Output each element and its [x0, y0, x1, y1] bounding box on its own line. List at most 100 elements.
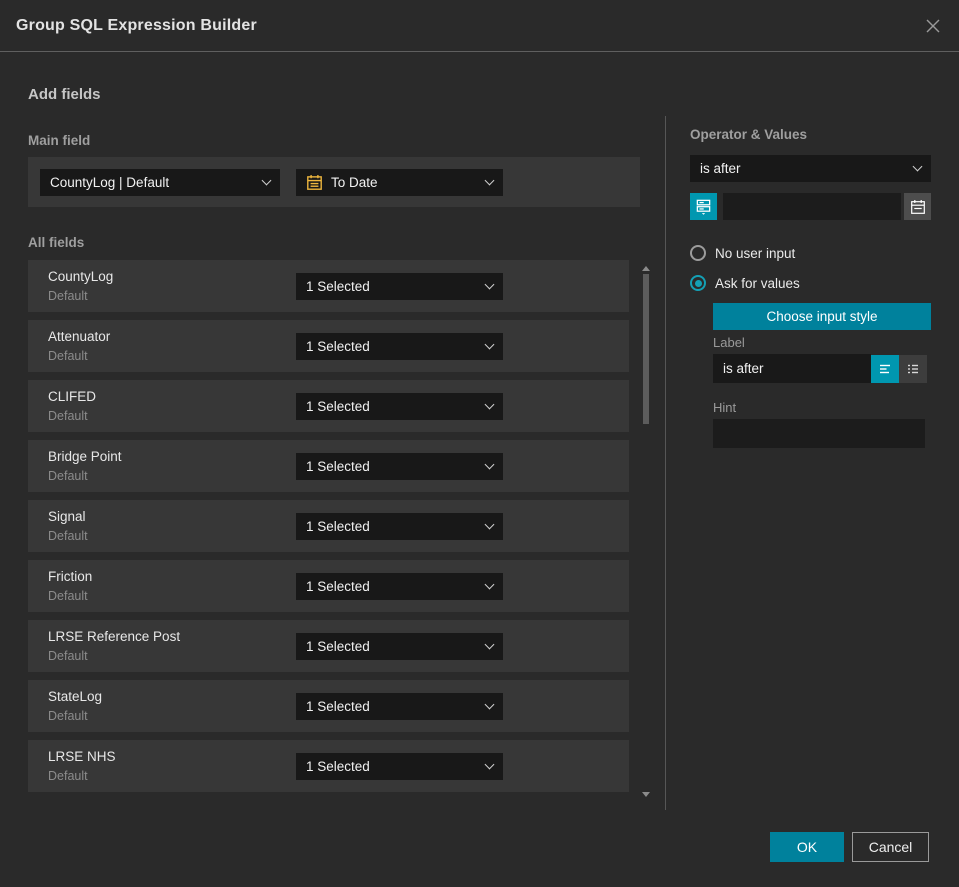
radio-circle-checked-icon: [690, 275, 706, 291]
field-row: CountyLog Default 1 Selected: [28, 260, 629, 312]
dialog-header: Group SQL Expression Builder: [0, 0, 959, 52]
selected-values-dropdown-value: 1 Selected: [306, 399, 370, 414]
main-field-dropdown-value: CountyLog | Default: [50, 175, 170, 190]
radio-no-user-input[interactable]: No user input: [690, 245, 795, 261]
value-input[interactable]: [723, 193, 901, 220]
operator-values-heading: Operator & Values: [690, 127, 808, 142]
field-subtitle: Default: [48, 769, 88, 783]
selected-values-dropdown[interactable]: 1 Selected: [296, 453, 503, 480]
field-name: Signal: [48, 509, 86, 524]
field-subtitle: Default: [48, 529, 88, 543]
chevron-down-icon: [484, 639, 495, 650]
selected-values-dropdown-value: 1 Selected: [306, 519, 370, 534]
list-icon: [908, 364, 918, 374]
scrollbar-up-arrow[interactable]: [642, 266, 650, 271]
dialog-title: Group SQL Expression Builder: [16, 16, 257, 34]
field-row: Attenuator Default 1 Selected: [28, 320, 629, 372]
chevron-down-icon: [484, 759, 495, 770]
field-name: StateLog: [48, 689, 103, 704]
chevron-down-icon: [912, 161, 923, 172]
selected-values-dropdown[interactable]: 1 Selected: [296, 273, 503, 300]
all-fields-list: CountyLog Default 1 Selected Attenuator …: [28, 260, 629, 793]
selected-values-dropdown-value: 1 Selected: [306, 699, 370, 714]
chevron-down-icon: [261, 175, 272, 186]
field-name: CLIFED: [48, 389, 97, 404]
selected-values-dropdown[interactable]: 1 Selected: [296, 513, 503, 540]
choose-input-style-button[interactable]: Choose input style: [713, 303, 931, 330]
field-name: LRSE Reference Post: [48, 629, 181, 644]
selected-values-dropdown-value: 1 Selected: [306, 459, 370, 474]
close-icon: [926, 19, 940, 33]
chevron-down-icon: [484, 579, 495, 590]
selected-values-dropdown-value: 1 Selected: [306, 279, 370, 294]
operator-dropdown[interactable]: is after: [690, 155, 931, 182]
chevron-down-icon: [484, 175, 495, 186]
date-type-dropdown[interactable]: To Date: [296, 169, 503, 196]
align-left-icon: [880, 364, 890, 374]
field-name: CountyLog: [48, 269, 114, 284]
selected-values-dropdown-value: 1 Selected: [306, 579, 370, 594]
selected-values-dropdown[interactable]: 1 Selected: [296, 693, 503, 720]
field-row: LRSE NHS Default 1 Selected: [28, 740, 629, 792]
field-row: Signal Default 1 Selected: [28, 500, 629, 552]
chevron-down-icon: [484, 459, 495, 470]
radio-ask-for-values[interactable]: Ask for values: [690, 275, 800, 291]
selected-values-dropdown[interactable]: 1 Selected: [296, 393, 503, 420]
field-subtitle: Default: [48, 409, 88, 423]
field-row: Friction Default 1 Selected: [28, 560, 629, 612]
field-name: Friction: [48, 569, 93, 584]
field-row: Bridge Point Default 1 Selected: [28, 440, 629, 492]
date-type-dropdown-value: To Date: [331, 175, 378, 190]
chevron-down-icon: [484, 339, 495, 350]
chevron-down-icon: [484, 279, 495, 290]
field-name: LRSE NHS: [48, 749, 116, 764]
ok-button[interactable]: OK: [770, 832, 844, 862]
panel-divider: [665, 116, 666, 810]
calendar-icon: [910, 199, 925, 214]
radio-label: No user input: [715, 245, 796, 261]
text-input-style-button[interactable]: [871, 355, 899, 383]
date-picker-button[interactable]: [904, 193, 931, 220]
list-input-style-button[interactable]: [899, 355, 927, 383]
selected-values-dropdown[interactable]: 1 Selected: [296, 633, 503, 660]
field-row: CLIFED Default 1 Selected: [28, 380, 629, 432]
field-subtitle: Default: [48, 289, 88, 303]
operator-dropdown-value: is after: [700, 161, 741, 176]
selected-values-dropdown[interactable]: 1 Selected: [296, 753, 503, 780]
unique-values-button[interactable]: [690, 193, 717, 220]
calendar-icon: [307, 175, 322, 190]
close-button[interactable]: [921, 14, 945, 38]
hint-input[interactable]: [713, 419, 925, 448]
field-row: LRSE Reference Post Default 1 Selected: [28, 620, 629, 672]
radio-circle-icon: [690, 245, 706, 261]
field-subtitle: Default: [48, 469, 88, 483]
field-subtitle: Default: [48, 589, 88, 603]
field-name: Attenuator: [48, 329, 111, 344]
main-field-dropdown[interactable]: CountyLog | Default: [40, 169, 280, 196]
field-subtitle: Default: [48, 649, 88, 663]
main-field-heading: Main field: [28, 133, 91, 148]
label-input[interactable]: [713, 354, 871, 383]
selected-values-dropdown[interactable]: 1 Selected: [296, 333, 503, 360]
chevron-down-icon: [484, 699, 495, 710]
chevron-down-icon: [484, 519, 495, 530]
main-field-panel: CountyLog | Default To Date: [28, 157, 640, 207]
field-row: StateLog Default 1 Selected: [28, 680, 629, 732]
radio-label: Ask for values: [715, 275, 800, 291]
selected-values-dropdown-value: 1 Selected: [306, 759, 370, 774]
hint-field-label: Hint: [713, 400, 737, 415]
field-subtitle: Default: [48, 349, 88, 363]
all-fields-heading: All fields: [28, 235, 85, 250]
selected-values-dropdown-value: 1 Selected: [306, 339, 370, 354]
stacked-values-icon: [696, 199, 711, 215]
selected-values-dropdown[interactable]: 1 Selected: [296, 573, 503, 600]
chevron-down-icon: [484, 399, 495, 410]
label-field-label: Label: [713, 335, 745, 350]
scrollbar-down-arrow[interactable]: [642, 792, 650, 797]
add-fields-heading: Add fields: [28, 86, 101, 103]
cancel-button[interactable]: Cancel: [852, 832, 929, 862]
selected-values-dropdown-value: 1 Selected: [306, 639, 370, 654]
scrollbar-thumb[interactable]: [643, 274, 649, 424]
field-subtitle: Default: [48, 709, 88, 723]
field-name: Bridge Point: [48, 449, 122, 464]
